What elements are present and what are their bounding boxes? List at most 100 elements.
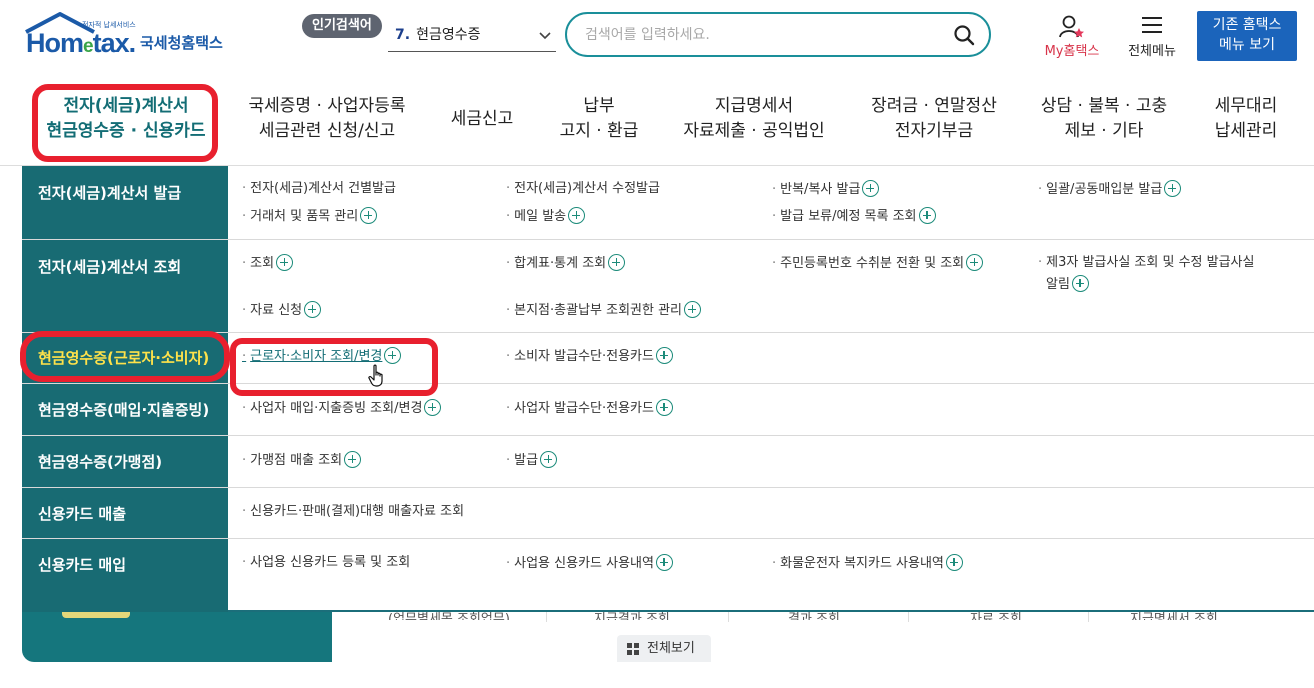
plus-circle-icon[interactable] [608, 254, 626, 271]
search-icon[interactable] [953, 24, 975, 46]
gnb-tax-agent[interactable]: 세무대리 납세관리 [1206, 94, 1286, 144]
gnb-label: 전자(세금)계산서 [63, 96, 189, 116]
menu-item[interactable]: · 메일 발송 [506, 207, 586, 226]
menu-category[interactable]: 현금영수증(매입·지출증빙) [22, 399, 228, 420]
quick-link[interactable]: 지급명세서 조회 [1130, 608, 1218, 620]
menu-item[interactable]: · 소비자 발급수단·전용카드 [506, 347, 673, 366]
plus-circle-icon[interactable] [655, 554, 673, 571]
main-navigation: 전자(세금)계산서 현금영수증 · 신용카드 국세증명 · 사업자등록 세금관련… [0, 80, 1314, 166]
menu-item[interactable]: · 발급 [506, 451, 558, 470]
gnb-e-invoice-cash-receipt[interactable]: 전자(세금)계산서 현금영수증 · 신용카드 [44, 94, 208, 144]
menu-row-credit-card-purchase: 신용카드 매입 · 사업용 신용카드 등록 및 조회 · 사업용 신용카드 사용내역… [22, 539, 1314, 612]
menu-item[interactable]: · 합계표·통계 조회 [506, 254, 626, 273]
menu-row-cash-receipt-purchase: 현금영수증(매입·지출증빙) · 사업자 매입·지출증빙 조회/변경 · 사업자 발… [22, 384, 1314, 436]
menu-item[interactable]: · 사업자 발급수단·전용카드 [506, 399, 673, 418]
gnb-counsel-appeal[interactable]: 상담 · 불복 · 고충 제보 · 기타 [1034, 94, 1174, 144]
logo-korean-name: 국세청홈택스 [140, 34, 223, 52]
plus-circle-icon[interactable] [540, 451, 558, 468]
plus-circle-icon[interactable] [424, 399, 442, 416]
gnb-label: 고지 · 환급 [559, 121, 639, 141]
legacy-menu-button[interactable]: 기존 홈택스 메뉴 보기 [1197, 11, 1297, 61]
hand-cursor-icon [368, 364, 383, 387]
legacy-menu-line2: 메뉴 보기 [1219, 37, 1275, 53]
menu-item[interactable]: · 발급 보류/예정 목록 조회 [772, 207, 936, 226]
plus-circle-icon[interactable] [1164, 180, 1182, 197]
plus-circle-icon[interactable] [360, 207, 378, 224]
gnb-incentive-year-end[interactable]: 장려금 · 연말정산 전자기부금 [864, 94, 1004, 144]
background-green-panel [22, 612, 332, 662]
hometax-logo[interactable]: 전자적 납세서비스 Hometax. 국세청홈택스 [22, 10, 242, 60]
gnb-label: 전자기부금 [894, 121, 974, 141]
plus-circle-icon[interactable] [655, 347, 673, 364]
plus-circle-icon[interactable] [276, 254, 294, 271]
view-all-label: 전체보기 [647, 641, 695, 656]
gnb-label: 세금신고 [450, 109, 514, 129]
menu-category[interactable]: 현금영수증(가맹점) [22, 451, 228, 472]
plus-circle-icon[interactable] [862, 180, 880, 197]
menu-item[interactable]: · 본지점·총괄납부 조회권한 관리 [506, 301, 702, 320]
gnb-label: 장려금 · 연말정산 [871, 96, 997, 116]
gnb-certificates-registration[interactable]: 국세증명 · 사업자등록 세금관련 신청/신고 [240, 94, 414, 144]
plus-circle-icon[interactable] [1071, 275, 1089, 292]
gnb-payment-statement[interactable]: 지급명세서 자료제출 · 공익법인 [678, 94, 830, 144]
search-input[interactable] [585, 24, 935, 46]
gnb-payment-refund[interactable]: 납부 고지 · 환급 [552, 94, 646, 144]
plus-circle-icon[interactable] [304, 301, 322, 318]
gnb-tax-filing[interactable]: 세금신고 [444, 107, 520, 132]
menu-item[interactable]: · 사업용 신용카드 사용내역 [506, 554, 673, 573]
gnb-label: 국세증명 · 사업자등록 [248, 96, 406, 116]
menu-item[interactable]: · 조회 [242, 254, 294, 273]
gnb-label: 자료제출 · 공익법인 [683, 121, 825, 141]
menu-category[interactable]: 신용카드 매입 [22, 554, 228, 575]
view-all-button[interactable]: 전체보기 [617, 635, 711, 662]
legacy-menu-line1: 기존 홈택스 [1212, 17, 1282, 33]
plus-circle-icon[interactable] [344, 451, 362, 468]
hamburger-icon [1142, 17, 1162, 33]
all-menu-button[interactable]: 전체메뉴 [1120, 14, 1184, 60]
gnb-label: 제보 · 기타 [1064, 121, 1144, 141]
menu-item[interactable]: · 전자(세금)계산서 건별발급 [242, 180, 396, 198]
menu-item[interactable]: · 주민등록번호 수취분 전환 및 조회 [772, 254, 984, 273]
menu-category[interactable]: 신용카드 매출 [22, 503, 228, 524]
menu-item[interactable]: · 사업용 신용카드 등록 및 조회 [242, 554, 410, 572]
menu-item[interactable]: · 자료 신청 [242, 301, 322, 320]
menu-item[interactable]: · 신용카드·판매(결제)대행 매출자료 조회 [242, 503, 464, 521]
all-menu-label: 전체메뉴 [1128, 44, 1176, 59]
plus-circle-icon[interactable] [655, 399, 673, 416]
menu-row-e-invoice-issue: 전자(세금)계산서 발급 · 전자(세금)계산서 건별발급 · 전자(세금)계산서 … [22, 166, 1314, 240]
plus-circle-icon[interactable] [384, 347, 402, 364]
popular-search-select[interactable]: 7. 현금영수증 [388, 22, 556, 52]
mega-menu-panel: 전자(세금)계산서 발급 · 전자(세금)계산서 건별발급 · 전자(세금)계산서 … [22, 166, 1314, 612]
quick-link[interactable]: 결과 조회 [788, 608, 840, 620]
gnb-label: 세금관련 신청/신고 [258, 121, 396, 141]
menu-item[interactable]: · 사업자 매입·지출증빙 조회/변경 [242, 399, 442, 418]
menu-item[interactable]: · 가맹점 매출 조회 [242, 451, 362, 470]
site-header: 전자적 납세서비스 Hometax. 국세청홈택스 인기검색어 7. 현금영수증 … [0, 0, 1314, 72]
menu-item[interactable]: · 전자(세금)계산서 수정발급 [506, 180, 660, 198]
plus-circle-icon[interactable] [918, 207, 936, 224]
menu-category-active[interactable]: 현금영수증(근로자·소비자) [22, 347, 228, 368]
my-hometax-button[interactable]: My홈택스 [1036, 14, 1108, 60]
gnb-label: 세무대리 [1214, 96, 1278, 116]
logo-wordmark: Hometax. [26, 28, 136, 58]
plus-circle-icon[interactable] [966, 254, 984, 271]
menu-item[interactable]: · 제3자 발급사실 조회 및 수정 발급사실 [1038, 254, 1254, 272]
menu-category[interactable]: 전자(세금)계산서 조회 [22, 256, 228, 277]
gnb-label: 지급명세서 [714, 96, 794, 116]
menu-item[interactable]: 알림 [1046, 275, 1089, 294]
chevron-down-icon [539, 32, 551, 40]
menu-item[interactable]: · 일괄/공동매입분 발급 [1038, 180, 1182, 199]
menu-item[interactable]: · 화물운전자 복지카드 사용내역 [772, 554, 963, 573]
quick-link[interactable]: 지급결과 조회 [594, 608, 670, 620]
gnb-label: 현금영수증 · 신용카드 [46, 121, 206, 141]
menu-item[interactable]: · 거래처 및 품목 관리 [242, 207, 378, 226]
menu-category[interactable]: 전자(세금)계산서 발급 [22, 182, 228, 203]
plus-circle-icon[interactable] [945, 554, 963, 571]
plus-circle-icon[interactable] [568, 207, 586, 224]
menu-item[interactable]: · 반복/복사 발급 [772, 180, 880, 199]
quick-link[interactable]: (업무별세목 조회업무) [388, 608, 510, 620]
quick-link[interactable]: 자료 조회 [970, 608, 1022, 620]
plus-circle-icon[interactable] [684, 301, 702, 318]
gnb-label: 납부 [583, 96, 615, 116]
menu-row-e-invoice-inquiry: 전자(세금)계산서 조회 · 조회 · 합계표·통계 조회 · 주민등록번호 수취분 … [22, 240, 1314, 333]
